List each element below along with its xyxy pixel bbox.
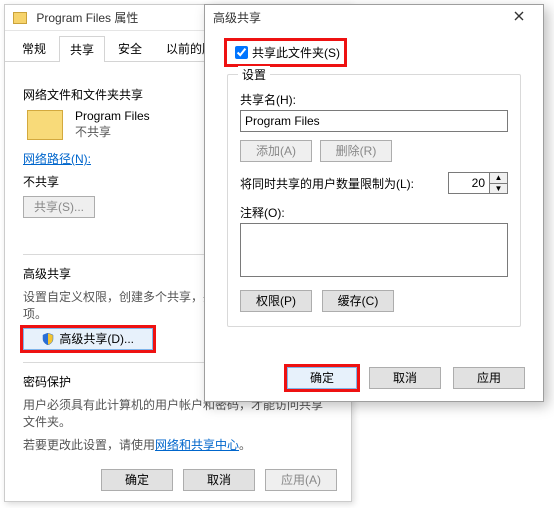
share-this-folder-label: 共享此文件夹(S) <box>252 44 340 61</box>
spin-up[interactable]: ▲ <box>490 173 507 184</box>
share-name-input[interactable] <box>240 110 508 132</box>
tab-general[interactable]: 常规 <box>11 35 57 61</box>
add-button[interactable]: 添加(A) <box>240 140 312 162</box>
share-folder-name: Program Files <box>75 109 150 123</box>
advanced-sharing-dialog: 高级共享 共享此文件夹(S) 设置 共享名(H): 添加(A) 删除(R) 将同… <box>204 4 544 402</box>
advanced-share-button[interactable]: 高级共享(D)... <box>23 328 153 350</box>
close-icon <box>514 11 524 21</box>
share-name-label: 共享名(H): <box>240 91 508 108</box>
adv-apply-button[interactable]: 应用 <box>453 367 525 389</box>
password-change-prefix: 若要更改此设置，请使用 <box>23 438 155 452</box>
advanced-titlebar: 高级共享 <box>205 5 543 31</box>
settings-group: 设置 共享名(H): 添加(A) 删除(R) 将同时共享的用户数量限制为(L):… <box>227 74 521 327</box>
folder-icon <box>13 12 27 24</box>
settings-group-label: 设置 <box>238 66 270 83</box>
share-button[interactable]: 共享(S)... <box>23 196 95 218</box>
share-this-folder-checkbox[interactable]: 共享此文件夹(S) <box>227 41 344 64</box>
advanced-share-button-label: 高级共享(D)... <box>59 332 134 346</box>
adv-cancel-button[interactable]: 取消 <box>369 367 441 389</box>
share-this-folder-input[interactable] <box>235 46 248 59</box>
adv-ok-button[interactable]: 确定 <box>287 367 357 389</box>
network-path-label: 网络路径(N): <box>23 152 91 166</box>
share-status: 不共享 <box>75 123 150 140</box>
comment-textarea[interactable] <box>240 223 508 277</box>
network-sharing-center-link[interactable]: 网络和共享中心 <box>155 438 239 452</box>
props-ok-button[interactable]: 确定 <box>101 469 173 491</box>
user-limit-spinner[interactable]: ▲ ▼ <box>448 172 508 194</box>
user-limit-label: 将同时共享的用户数量限制为(L): <box>240 175 414 192</box>
comment-label: 注释(O): <box>240 204 508 221</box>
user-limit-input[interactable] <box>449 173 489 193</box>
password-change-suffix: 。 <box>239 438 251 452</box>
props-cancel-button[interactable]: 取消 <box>183 469 255 491</box>
tab-security[interactable]: 安全 <box>107 35 153 61</box>
shield-icon <box>42 333 54 345</box>
spin-down[interactable]: ▼ <box>490 184 507 194</box>
caching-button[interactable]: 缓存(C) <box>322 290 394 312</box>
title-suffix: 属性 <box>114 11 138 25</box>
props-apply-button[interactable]: 应用(A) <box>265 469 337 491</box>
close-button[interactable] <box>503 7 535 29</box>
folder-large-icon <box>27 110 63 140</box>
tab-share[interactable]: 共享 <box>59 36 105 62</box>
permissions-button[interactable]: 权限(P) <box>240 290 312 312</box>
title-folder: Program Files <box>36 11 111 25</box>
advanced-title-text: 高级共享 <box>213 5 261 31</box>
remove-button[interactable]: 删除(R) <box>320 140 392 162</box>
